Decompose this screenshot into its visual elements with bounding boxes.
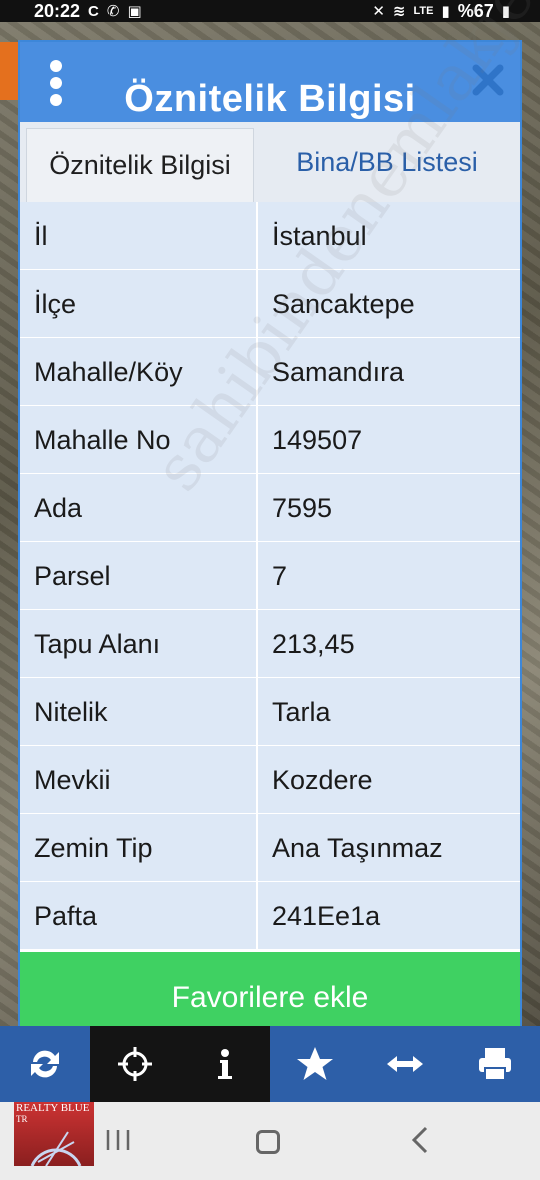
print-icon bbox=[479, 1048, 511, 1081]
attribute-key: Mahalle No bbox=[20, 406, 258, 474]
attribute-key: Ada bbox=[20, 474, 258, 542]
signal-icon: ▮ bbox=[441, 3, 450, 20]
battery-icon: ▮ bbox=[501, 3, 510, 20]
attribute-value: Tarla bbox=[272, 696, 331, 727]
status-bar: 20:22 C ✆ ▣ ✕ ≋ LTE ▮ %67 ▮ bbox=[0, 0, 540, 22]
print-button[interactable] bbox=[450, 1026, 540, 1102]
attribute-key: Nitelik bbox=[20, 678, 258, 746]
recents-icon[interactable] bbox=[104, 1128, 132, 1152]
bottom-toolbar bbox=[0, 1026, 540, 1102]
info-button[interactable] bbox=[180, 1026, 270, 1102]
attribute-value: 7595 bbox=[272, 492, 333, 523]
info-icon bbox=[218, 1049, 232, 1079]
attribute-value: Sancaktepe bbox=[272, 288, 415, 319]
wifi-icon: ≋ bbox=[392, 3, 406, 20]
attribute-key: İl bbox=[20, 202, 258, 270]
favorite-toolbar-button[interactable] bbox=[270, 1026, 360, 1102]
refresh-icon bbox=[31, 1050, 59, 1078]
table-row: İl İstanbul bbox=[20, 202, 520, 270]
table-row: Pafta 241Ee1a bbox=[20, 882, 520, 950]
table-row: Zemin Tip Ana Taşınmaz bbox=[20, 814, 520, 882]
table-row: Mevkii Kozdere bbox=[20, 746, 520, 814]
table-row: Mahalle/Köy Samandıra bbox=[20, 338, 520, 406]
table-row: Ada 7595 bbox=[20, 474, 520, 542]
close-icon[interactable] bbox=[470, 62, 506, 98]
tab-attributes[interactable]: Öznitelik Bilgisi bbox=[26, 128, 254, 202]
table-row: Parsel 7 bbox=[20, 542, 520, 610]
dialog-header: Öznitelik Bilgisi bbox=[20, 42, 520, 122]
attribute-value: 149507 bbox=[272, 424, 363, 455]
battery-level: %67 bbox=[457, 0, 494, 21]
attribute-value: İstanbul bbox=[272, 220, 367, 251]
attribute-key: Tapu Alanı bbox=[20, 610, 258, 678]
attribute-key: Parsel bbox=[20, 542, 258, 610]
back-icon[interactable] bbox=[408, 1124, 432, 1156]
table-row: Nitelik Tarla bbox=[20, 678, 520, 746]
system-nav-bar: REALTY BLUE TR bbox=[0, 1102, 540, 1180]
attribute-table: İl İstanbul İlçe Sancaktepe Mahalle/Köy Saman… bbox=[20, 202, 520, 950]
c-icon: C bbox=[88, 2, 99, 20]
realty-blue-logo: REALTY BLUE TR bbox=[14, 1102, 94, 1166]
attribute-key: Zemin Tip bbox=[20, 814, 258, 882]
crosshair-icon bbox=[118, 1047, 152, 1081]
refresh-button[interactable] bbox=[0, 1026, 90, 1102]
network-label: LTE bbox=[413, 5, 434, 17]
attribute-value: Kozdere bbox=[272, 764, 373, 795]
measure-button[interactable] bbox=[360, 1026, 450, 1102]
table-row: Mahalle No 149507 bbox=[20, 406, 520, 474]
home-icon[interactable] bbox=[256, 1130, 280, 1154]
tab-building-list[interactable]: Bina/BB Listesi bbox=[254, 122, 520, 202]
table-row: Tapu Alanı 213,45 bbox=[20, 610, 520, 678]
attribute-value: Ana Taşınmaz bbox=[272, 832, 443, 863]
attribute-key: Pafta bbox=[20, 882, 258, 950]
dialog-title: Öznitelik Bilgisi bbox=[124, 78, 416, 120]
attribute-key: Mevkii bbox=[20, 746, 258, 814]
attribute-value: 7 bbox=[272, 560, 288, 591]
status-time: 20:22 bbox=[34, 0, 81, 21]
attribute-value: Samandıra bbox=[272, 356, 405, 387]
mute-icon: ✕ bbox=[372, 3, 385, 20]
star-icon bbox=[297, 1047, 333, 1080]
attribute-key: Mahalle/Köy bbox=[20, 338, 258, 406]
attribute-value: 241Ee1a bbox=[272, 900, 381, 931]
attribute-dialog: Öznitelik Bilgisi Öznitelik Bilgisi Bina… bbox=[18, 0, 540, 1046]
table-row: İlçe Sancaktepe bbox=[20, 270, 520, 338]
attribute-key: İlçe bbox=[20, 270, 258, 338]
locate-button[interactable] bbox=[90, 1026, 180, 1102]
tab-bar: Öznitelik Bilgisi Bina/BB Listesi bbox=[20, 122, 520, 202]
measure-icon bbox=[387, 1056, 423, 1072]
attribute-value: 213,45 bbox=[272, 628, 355, 659]
gallery-icon: ▣ bbox=[127, 3, 142, 20]
whatsapp-icon: ✆ bbox=[106, 3, 120, 20]
